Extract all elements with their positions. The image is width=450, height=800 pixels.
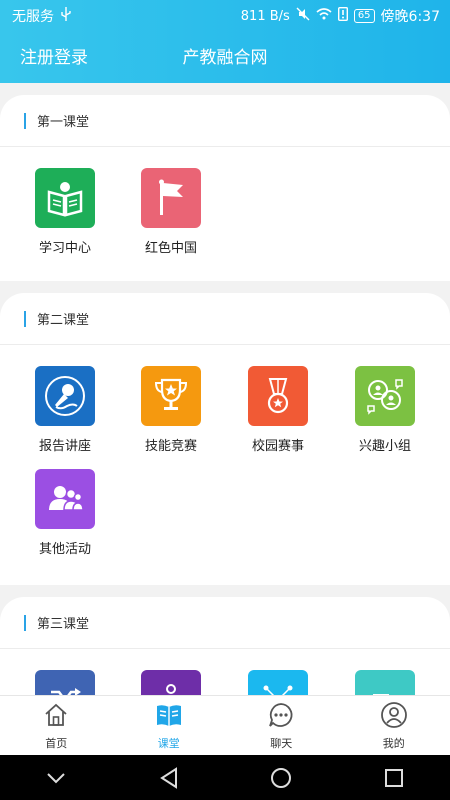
profile-icon <box>380 701 408 729</box>
section-accent-bar <box>24 112 26 129</box>
book-reader-icon <box>35 168 95 228</box>
wifi-icon <box>316 8 332 24</box>
shuffle-icon <box>35 670 95 695</box>
section-title: 第一课堂 <box>37 115 90 130</box>
recents-icon[interactable] <box>374 758 414 798</box>
tile-campus-events[interactable]: 校园赛事 <box>238 366 318 454</box>
classroom-icon <box>155 701 183 729</box>
tile-third-2[interactable] <box>131 670 211 695</box>
tab-label: 课堂 <box>157 737 180 750</box>
tile-third-1[interactable] <box>25 670 105 695</box>
trophy-icon <box>141 366 201 426</box>
medal-icon <box>248 366 308 426</box>
network-speed: 811 B/s <box>240 8 290 24</box>
tile-third-4[interactable] <box>345 670 425 695</box>
tile-label: 红色中国 <box>144 241 197 256</box>
people-icon <box>35 469 95 529</box>
microphone-icon <box>35 366 95 426</box>
tab-label: 我的 <box>382 737 405 750</box>
tab-classroom[interactable]: 课堂 <box>113 696 226 755</box>
home-circle-icon[interactable] <box>261 758 301 798</box>
section-header: 第二课堂 <box>0 293 450 345</box>
tile-third-3[interactable] <box>238 670 318 695</box>
tab-profile[interactable]: 我的 <box>338 696 450 755</box>
flag-icon <box>141 168 201 228</box>
carrier-label: 无服务 <box>12 9 54 25</box>
page-title-text: 产教融合网 <box>182 48 268 68</box>
network-icon <box>248 670 308 695</box>
battery-indicator: 65 <box>353 9 375 23</box>
section-title: 第二课堂 <box>37 313 90 328</box>
collapse-icon[interactable] <box>36 758 76 798</box>
page-title: 产教融合网 <box>0 43 450 68</box>
clock: 傍晚6:37 <box>380 9 440 25</box>
main-content[interactable]: 第一课堂 学习中心 红色中国 第二课堂 报告讲座 技能竞赛 校园赛事 兴趣小组 … <box>0 83 450 695</box>
section-first-classroom: 第一课堂 学习中心 红色中国 <box>0 95 450 281</box>
bottom-tab-bar: 首页 课堂 聊天 我的 <box>0 695 450 755</box>
title-bar: 注册登录 产教融合网 <box>0 32 450 82</box>
tab-label: 首页 <box>45 737 68 750</box>
section-accent-bar <box>24 310 26 327</box>
section-third-classroom: 第三课堂 <box>0 597 450 695</box>
back-icon[interactable] <box>149 758 189 798</box>
tile-skill-competition[interactable]: 技能竞赛 <box>131 366 211 454</box>
tile-other-activities[interactable]: 其他活动 <box>25 469 105 557</box>
chat-icon <box>267 701 295 729</box>
usb-icon <box>60 7 72 25</box>
mute-icon <box>296 7 310 25</box>
section-header: 第一课堂 <box>0 95 450 147</box>
status-bar: 无服务 811 B/s 65 傍晚6:37 <box>0 0 450 32</box>
alert-icon <box>337 6 348 25</box>
app-header: 无服务 811 B/s 65 傍晚6:37 注册登录 产教融合网 <box>0 0 450 83</box>
section-second-classroom: 第二课堂 报告讲座 技能竞赛 校园赛事 兴趣小组 其他活动 <box>0 293 450 585</box>
tile-label: 其他活动 <box>38 542 91 557</box>
tile-study-center[interactable]: 学习中心 <box>25 168 105 256</box>
system-navigation-bar <box>0 755 450 800</box>
tile-label: 报告讲座 <box>38 439 91 454</box>
tab-label: 聊天 <box>270 737 293 750</box>
tile-label: 技能竞赛 <box>144 439 197 454</box>
tab-chat[interactable]: 聊天 <box>225 696 338 755</box>
tile-label: 学习中心 <box>38 241 91 256</box>
tile-lecture[interactable]: 报告讲座 <box>25 366 105 454</box>
group-chat-icon <box>355 366 415 426</box>
section-header: 第三课堂 <box>0 597 450 649</box>
home-icon <box>42 701 70 729</box>
chart-icon <box>355 670 415 695</box>
section-title: 第三课堂 <box>37 617 90 632</box>
tile-label: 校园赛事 <box>251 439 304 454</box>
tile-label: 兴趣小组 <box>358 439 411 454</box>
person-icon <box>141 670 201 695</box>
section-accent-bar <box>24 614 26 631</box>
tab-home[interactable]: 首页 <box>0 696 113 755</box>
tile-interest-group[interactable]: 兴趣小组 <box>345 366 425 454</box>
tile-red-china[interactable]: 红色中国 <box>131 168 211 256</box>
